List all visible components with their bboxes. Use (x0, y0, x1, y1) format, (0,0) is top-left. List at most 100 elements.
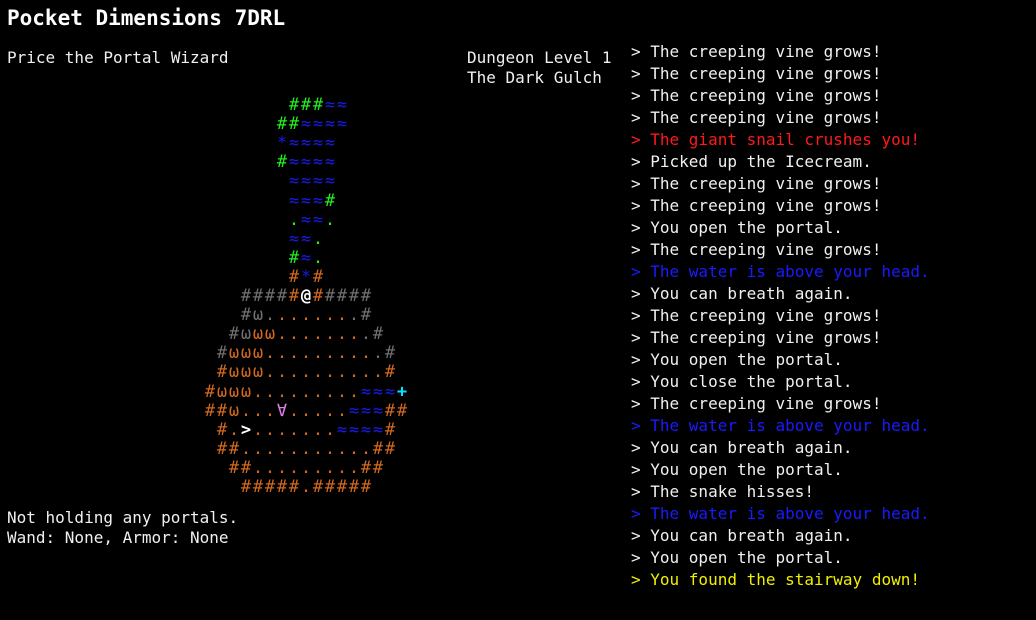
map-tile-wall: # (384, 438, 396, 459)
log-message: > The creeping vine grows! (631, 196, 881, 216)
map-tile-creeping-vine-or-grass: ω (228, 381, 240, 402)
map-tile-water: ≈ (312, 190, 324, 211)
map-tile-item: * (300, 266, 312, 287)
map-tile-floor: . (264, 419, 276, 440)
map-tile-wall: # (228, 438, 240, 459)
log-prefix: > (631, 42, 651, 61)
log-message: > The water is above your head. (631, 262, 930, 282)
map-tile-floor: . (276, 362, 288, 383)
map-tile-wall: # (288, 95, 300, 115)
map-tile-water: ≈ (312, 209, 324, 230)
dungeon-map[interactable]: # # # ≈ ≈ # # ≈ ≈ ≈ ≈ * ≈ ≈ ≈ ≈ # ≈ ≈ ≈ ≈ ≈ ≈ ≈ ≈ ≈ ≈ ≈ #. ≈ ≈. ≈ ≈. # ≈. #… (0, 0, 460, 500)
map-tile-floor: . (288, 305, 300, 326)
log-message-text: The creeping vine grows! (650, 196, 882, 215)
map-tile-wall: # (372, 438, 384, 459)
log-prefix: > (631, 394, 651, 413)
map-tile-floor: . (300, 305, 312, 326)
map-tile-wall: # (204, 400, 216, 421)
map-tile-floor: . (276, 419, 288, 440)
log-message: > The giant snail crushes you! (631, 130, 920, 150)
log-prefix: > (631, 196, 651, 215)
map-tile-floor: . (324, 457, 336, 478)
map-tile-wall: # (204, 381, 216, 402)
log-message: > The creeping vine grows! (631, 328, 881, 348)
map-tile-water: ≈ (300, 171, 312, 192)
log-message: > The creeping vine grows! (631, 64, 881, 84)
map-tile-floor: . (324, 381, 336, 402)
map-tile-floor: . (264, 457, 276, 478)
map-tile-floor: . (288, 457, 300, 478)
map-tile-water: ≈ (300, 190, 312, 211)
log-message: > You can breath again. (631, 284, 853, 304)
log-prefix: > (631, 460, 651, 479)
map-tile-water: ≈ (372, 381, 384, 402)
map-tile-floor: . (324, 438, 336, 459)
log-message-text: The creeping vine grows! (650, 86, 882, 105)
map-tile-wall: # (276, 152, 288, 173)
map-tile-water: ≈ (324, 95, 336, 115)
map-tile-wall: # (372, 457, 384, 478)
map-tile-floor: . (360, 438, 372, 459)
map-tile-floor: . (336, 362, 348, 383)
map-tile-creeping-vine-or-grass: ω (240, 362, 252, 383)
log-message-text: The creeping vine grows! (650, 108, 882, 127)
map-tile-wall: # (240, 305, 252, 326)
map-tile-creeping-vine-or-grass: ω (228, 400, 240, 421)
dungeon-level: Dungeon Level 1 (467, 48, 612, 67)
map-tile-water: ≈ (348, 400, 360, 421)
map-tile-floor: . (276, 343, 288, 364)
map-tile-water: ≈ (300, 209, 312, 230)
log-message-text: You open the portal. (650, 548, 843, 567)
map-tile-water: ≈ (288, 171, 300, 192)
log-prefix: > (631, 416, 651, 435)
log-prefix: > (631, 130, 651, 149)
log-prefix: > (631, 482, 651, 501)
map-tile-floor: . (264, 305, 276, 326)
map-tile-floor: . (252, 438, 264, 459)
map-tile-floor: . (312, 419, 324, 440)
map-tile-wall: # (216, 343, 228, 364)
log-message-text: You open the portal. (650, 350, 843, 369)
log-message: > The creeping vine grows! (631, 174, 881, 194)
log-prefix: > (631, 174, 651, 193)
log-message: > The creeping vine grows! (631, 86, 881, 106)
map-tile-floor: . (264, 438, 276, 459)
map-tile-wall: # (276, 477, 288, 497)
map-tile-floor: . (336, 343, 348, 364)
map-tile-floor: . (312, 457, 324, 478)
map-tile-water: ≈ (288, 152, 300, 173)
map-tile-floor: . (252, 381, 264, 402)
map-tile-floor: . (300, 477, 312, 497)
log-message: > You found the stairway down! (631, 570, 920, 590)
map-tile-wall: # (228, 457, 240, 478)
map-tile-floor: . (336, 400, 348, 421)
map-tile-creeping-vine-or-grass: ω (252, 305, 264, 326)
map-tile-wall: # (240, 457, 252, 478)
log-message-text: Picked up the Icecream. (650, 152, 872, 171)
log-message: > Picked up the Icecream. (631, 152, 872, 172)
map-tile-floor: . (264, 362, 276, 383)
map-tile-floor: . (300, 343, 312, 364)
log-message-text: You found the stairway down! (650, 570, 920, 589)
map-tile-water: ≈ (324, 152, 336, 173)
map-tile-giant-snail: ∀ (276, 400, 288, 421)
log-message-text: You can breath again. (650, 526, 853, 545)
log-message: > The creeping vine grows! (631, 42, 881, 62)
map-tile-wall: # (252, 477, 264, 497)
map-tile-wall: # (348, 477, 360, 497)
log-message-text: The creeping vine grows! (650, 328, 882, 347)
map-tile-wall: # (360, 477, 372, 497)
log-message: > The creeping vine grows! (631, 306, 881, 326)
map-tile-water: ≈ (312, 171, 324, 192)
map-tile-wall: # (276, 114, 288, 135)
log-prefix: > (631, 240, 651, 259)
log-message-text: You can breath again. (650, 438, 853, 457)
log-message: > The snake hisses! (631, 482, 814, 502)
log-message-text: The creeping vine grows! (650, 174, 882, 193)
log-message: > You open the portal. (631, 218, 843, 238)
map-tile-water: ≈ (336, 95, 348, 115)
map-tile-floor: . (360, 362, 372, 383)
log-message-text: The giant snail crushes you! (650, 130, 920, 149)
map-tile-water: ≈ (312, 133, 324, 154)
log-message-text: You can breath again. (650, 284, 853, 303)
